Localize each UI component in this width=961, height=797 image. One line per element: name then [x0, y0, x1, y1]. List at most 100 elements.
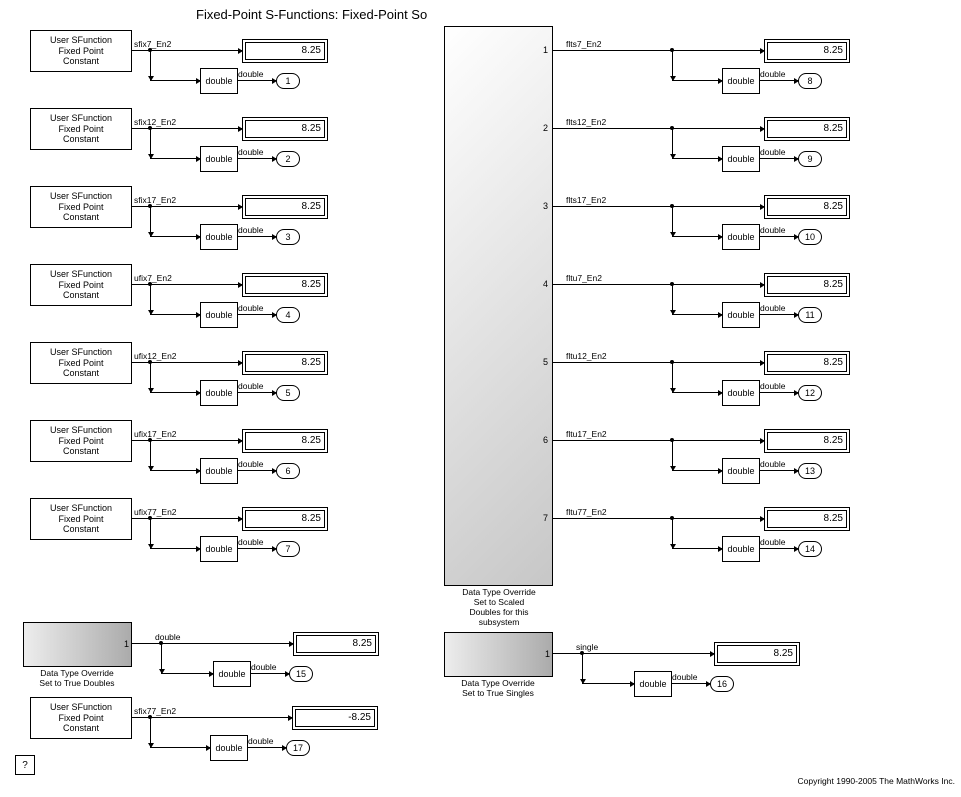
display-br[interactable]: 8.25 — [714, 642, 800, 666]
display-R6[interactable]: 8.25 — [764, 507, 850, 531]
wire — [552, 440, 764, 441]
display-L4[interactable]: 8.25 — [242, 351, 328, 375]
double-convert-R2[interactable]: double — [722, 224, 760, 250]
source-block-bs[interactable]: User SFunctionFixed PointConstant — [30, 697, 132, 739]
outport-11[interactable]: 11 — [798, 307, 822, 323]
copyright-label: Copyright 1990-2005 The MathWorks Inc. — [798, 776, 956, 786]
outport-14[interactable]: 14 — [798, 541, 822, 557]
double-convert-L2[interactable]: double — [200, 224, 238, 250]
display-R1[interactable]: 8.25 — [764, 117, 850, 141]
double-convert-R4[interactable]: double — [722, 380, 760, 406]
wire — [672, 158, 722, 159]
double-convert-L0[interactable]: double — [200, 68, 238, 94]
wire — [672, 392, 722, 393]
subsystem-port-7: 7 — [543, 513, 548, 523]
wire — [582, 653, 583, 683]
double-out-label-L6: double — [238, 537, 264, 547]
source-block-L2[interactable]: User SFunctionFixed PointConstant — [30, 186, 132, 228]
display-R0[interactable]: 8.25 — [764, 39, 850, 63]
wire — [150, 314, 200, 315]
wire — [759, 236, 798, 237]
double-convert-R3[interactable]: double — [722, 302, 760, 328]
double-convert-L6[interactable]: double — [200, 536, 238, 562]
wire — [150, 80, 200, 81]
display-bs[interactable]: -8.25 — [292, 706, 378, 730]
display-L2[interactable]: 8.25 — [242, 195, 328, 219]
source-block-L6[interactable]: User SFunctionFixed PointConstant — [30, 498, 132, 540]
double-convert-L4[interactable]: double — [200, 380, 238, 406]
display-bl[interactable]: 8.25 — [293, 632, 379, 656]
outport-4[interactable]: 4 — [276, 307, 300, 323]
wire — [150, 392, 200, 393]
outport-5[interactable]: 5 — [276, 385, 300, 401]
source-block-L4[interactable]: User SFunctionFixed PointConstant — [30, 342, 132, 384]
signal-label-L1: sfix12_En2 — [134, 117, 176, 127]
signal-label-R0: flts7_En2 — [566, 39, 601, 49]
double-convert-br[interactable]: double — [634, 671, 672, 697]
subsystem-true-singles[interactable] — [444, 632, 553, 677]
wire — [759, 80, 798, 81]
subsystem-true-doubles-port: 1 — [124, 639, 129, 649]
double-out-label-L3: double — [238, 303, 264, 313]
display-L5[interactable]: 8.25 — [242, 429, 328, 453]
double-out-label-R2: double — [760, 225, 786, 235]
double-out-label-R0: double — [760, 69, 786, 79]
outport-1[interactable]: 1 — [276, 73, 300, 89]
outport-8[interactable]: 8 — [798, 73, 822, 89]
display-R5[interactable]: 8.25 — [764, 429, 850, 453]
wire — [672, 206, 673, 236]
wire — [672, 236, 722, 237]
source-block-L1[interactable]: User SFunctionFixed PointConstant — [30, 108, 132, 150]
outport-7[interactable]: 7 — [276, 541, 300, 557]
double-convert-bl[interactable]: double — [213, 661, 251, 687]
wire — [150, 158, 200, 159]
signal-label-L0: sfix7_En2 — [134, 39, 171, 49]
wire — [150, 470, 200, 471]
signal-label-R1: flts12_En2 — [566, 117, 606, 127]
double-convert-R5[interactable]: double — [722, 458, 760, 484]
outport-12[interactable]: 12 — [798, 385, 822, 401]
outport-3[interactable]: 3 — [276, 229, 300, 245]
double-convert-L5[interactable]: double — [200, 458, 238, 484]
double-out-label-br: double — [672, 672, 698, 682]
outport-2[interactable]: 2 — [276, 151, 300, 167]
outport-9[interactable]: 9 — [798, 151, 822, 167]
display-L6[interactable]: 8.25 — [242, 507, 328, 531]
display-L3[interactable]: 8.25 — [242, 273, 328, 297]
subsystem-scaled-doubles[interactable] — [444, 26, 553, 586]
display-L1[interactable]: 8.25 — [242, 117, 328, 141]
wire — [552, 362, 764, 363]
wire — [237, 236, 276, 237]
wire — [552, 284, 764, 285]
source-block-L5[interactable]: User SFunctionFixed PointConstant — [30, 420, 132, 462]
help-button[interactable]: ? — [15, 755, 35, 775]
double-convert-L1[interactable]: double — [200, 146, 238, 172]
wire — [237, 314, 276, 315]
outport-15[interactable]: 15 — [289, 666, 313, 682]
wire — [150, 236, 200, 237]
wire — [161, 673, 213, 674]
display-R4[interactable]: 8.25 — [764, 351, 850, 375]
outport-10[interactable]: 10 — [798, 229, 822, 245]
outport-16[interactable]: 16 — [710, 676, 734, 692]
subsystem-true-doubles[interactable] — [23, 622, 132, 667]
source-block-L3[interactable]: User SFunctionFixed PointConstant — [30, 264, 132, 306]
wire — [247, 747, 286, 748]
double-out-label-L2: double — [238, 225, 264, 235]
display-R3[interactable]: 8.25 — [764, 273, 850, 297]
outport-17[interactable]: 17 — [286, 740, 310, 756]
display-R2[interactable]: 8.25 — [764, 195, 850, 219]
double-convert-R0[interactable]: double — [722, 68, 760, 94]
outport-13[interactable]: 13 — [798, 463, 822, 479]
display-L0[interactable]: 8.25 — [242, 39, 328, 63]
outport-6[interactable]: 6 — [276, 463, 300, 479]
double-convert-R6[interactable]: double — [722, 536, 760, 562]
double-convert-R1[interactable]: double — [722, 146, 760, 172]
wire — [131, 717, 292, 718]
double-convert-L3[interactable]: double — [200, 302, 238, 328]
source-block-L0[interactable]: User SFunctionFixed PointConstant — [30, 30, 132, 72]
wire — [672, 518, 673, 548]
subsystem-port-1: 1 — [543, 45, 548, 55]
double-convert-bs[interactable]: double — [210, 735, 248, 761]
signal-label-R6: fltu77_En2 — [566, 507, 607, 517]
